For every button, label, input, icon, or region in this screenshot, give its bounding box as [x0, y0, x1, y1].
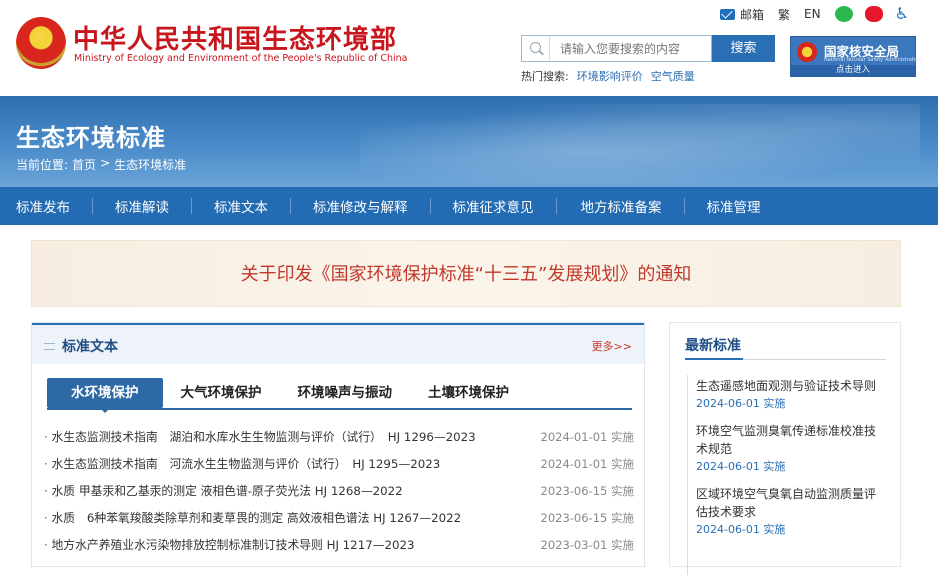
site-header: ★ 中华人民共和国生态环境部 Ministry of Ecology and E… — [0, 0, 938, 96]
list-item-date: 2023-06-15 实施 — [540, 510, 635, 525]
nav-divider — [92, 198, 93, 214]
list-item-title[interactable]: 水质 6种苯氧羧酸类除草剂和麦草畏的测定 高效液相色谱法 HJ 1267—202… — [44, 509, 462, 526]
breadcrumb: 当前位置: 首页 > 生态环境标准 — [16, 156, 190, 173]
notice-link[interactable]: 关于印发《国家环境保护标准“十三五”发展规划》的通知 — [32, 241, 900, 306]
panel-header: 标准文本 更多>> — [32, 323, 644, 364]
search-box — [521, 35, 712, 62]
notice-banner: 关于印发《国家环境保护标准“十三五”发展规划》的通知 — [31, 240, 901, 307]
main-nav: 标准发布 标准解读 标准文本 标准修改与解释 标准征求意见 地方标准备案 标准管… — [0, 187, 938, 225]
utility-bar: 邮箱 繁 EN ♿ — [720, 5, 909, 23]
list-item-title[interactable]: 水生态监测技术指南 河流水生生物监测与评价（试行） HJ 1295—2023 — [44, 455, 441, 472]
accessibility-icon[interactable]: ♿ — [895, 6, 909, 22]
breadcrumb-current[interactable]: 生态环境标准 — [114, 156, 186, 173]
latest-standards-list: 生态遥感地面观测与验证技术导则 2024-06-01 实施 环境空气监测臭氧传递… — [696, 377, 886, 548]
nav-divider — [290, 198, 291, 214]
nav-divider — [429, 198, 431, 214]
latest-standard-date: 2024-06-01 实施 — [696, 523, 786, 536]
panel-title: 标准文本 — [62, 339, 118, 355]
nav-divider — [555, 198, 557, 214]
latest-standards-panel: 最新标准 生态遥感地面观测与验证技术导则 2024-06-01 实施 环境空气监… — [669, 322, 901, 575]
list-item[interactable]: 生态遥感地面观测与验证技术导则 2024-06-01 实施 — [696, 377, 886, 412]
sidebar-divider-accent — [685, 358, 743, 360]
list-item-date: 2024-01-01 实施 — [540, 429, 635, 444]
english-link[interactable]: EN — [804, 7, 821, 21]
tab-soil-protection[interactable]: 土壤环境保护 — [410, 378, 527, 408]
tab-water-protection[interactable]: 水环境保护 — [47, 378, 163, 413]
latest-standard-title[interactable]: 环境空气监测臭氧传递标准校准技术规范 — [696, 422, 886, 458]
breadcrumb-prefix: 当前位置: — [16, 158, 69, 172]
timeline-line — [687, 375, 688, 575]
breadcrumb-separator: > — [100, 156, 111, 170]
wechat-icon[interactable] — [834, 6, 853, 22]
search-button[interactable]: 搜索 — [712, 35, 775, 62]
nav-item-standard-revision[interactable]: 标准修改与解释 — [313, 196, 408, 216]
hot-search-link[interactable]: 空气质量 — [651, 68, 695, 84]
latest-standard-title[interactable]: 生态遥感地面观测与验证技术导则 — [696, 377, 886, 395]
nuclear-safety-badge[interactable]: 国家核安全局 National Nuclear Safety Administr… — [790, 36, 921, 77]
list-item-date: 2024-01-01 实施 — [540, 456, 635, 471]
list-item-title[interactable]: 水生态监测技术指南 湖泊和水库水生生物监测与评价（试行） HJ 1296—202… — [44, 428, 476, 445]
nav-divider — [191, 198, 192, 214]
site-title[interactable]: 中华人民共和国生态环境部 — [73, 19, 397, 56]
tab-underline — [47, 408, 632, 410]
mail-icon — [720, 8, 735, 20]
national-emblem-icon[interactable]: ★ — [16, 17, 66, 69]
list-item[interactable]: 水质 甲基汞和乙基汞的测定 液相色谱-原子荧光法 HJ 1268—2022 20… — [44, 477, 635, 504]
nav-item-standard-interpretation[interactable]: 标准解读 — [115, 196, 169, 216]
site-subtitle: Ministry of Ecology and Environment of t… — [74, 53, 408, 64]
list-item-title[interactable]: 水质 甲基汞和乙基汞的测定 液相色谱-原子荧光法 HJ 1268—2022 — [44, 482, 403, 499]
nuclear-emblem-icon — [797, 42, 817, 62]
standard-text-panel: 标准文本 更多>> 水环境保护 大气环境保护 环境噪声与振动 土壤环境保护 水生… — [31, 322, 645, 567]
search-icon — [522, 36, 550, 61]
traditional-chinese-link[interactable]: 繁 — [778, 6, 790, 23]
latest-standard-title[interactable]: 区域环境空气臭氧自动监测质量评估技术要求 — [696, 485, 886, 521]
latest-standard-date: 2024-06-01 实施 — [696, 397, 786, 410]
list-item[interactable]: 区域环境空气臭氧自动监测质量评估技术要求 2024-06-01 实施 — [696, 485, 886, 538]
list-item[interactable]: 水生态监测技术指南 湖泊和水库水生生物监测与评价（试行） HJ 1296—202… — [44, 423, 635, 450]
nav-item-standard-management[interactable]: 标准管理 — [707, 196, 761, 216]
tab-noise-vibration[interactable]: 环境噪声与振动 — [280, 378, 411, 408]
hot-search-label: 热门搜索: — [521, 70, 569, 83]
list-item-title[interactable]: 地方水产养殖业水污染物排放控制标准制订技术导则 HJ 1217—2023 — [44, 536, 415, 553]
menu-bars-icon — [44, 343, 55, 350]
more-link[interactable]: 更多>> — [592, 338, 632, 354]
latest-standard-date: 2024-06-01 实施 — [696, 460, 786, 473]
nav-item-standard-release[interactable]: 标准发布 — [16, 196, 70, 216]
nuclear-badge-enter[interactable]: 点击进入 — [791, 65, 915, 76]
mail-link[interactable]: 邮箱 — [720, 6, 764, 23]
standard-list: 水生态监测技术指南 湖泊和水库水生生物监测与评价（试行） HJ 1296—202… — [44, 423, 635, 558]
mail-label: 邮箱 — [740, 7, 765, 22]
nav-divider — [683, 198, 685, 214]
hot-search-link[interactable]: 环境影响评价 — [577, 68, 643, 84]
list-item[interactable]: 地方水产养殖业水污染物排放控制标准制订技术导则 HJ 1217—2023 202… — [44, 531, 635, 558]
nav-item-standard-consultation[interactable]: 标准征求意见 — [453, 196, 534, 216]
hot-searches: 热门搜索: 环境影响评价 空气质量 — [521, 68, 703, 84]
list-item-date: 2023-06-15 实施 — [540, 483, 635, 498]
page-title: 生态环境标准 — [16, 124, 166, 152]
list-item-date: 2023-03-01 实施 — [540, 537, 635, 552]
search-input[interactable] — [550, 36, 705, 61]
nav-item-local-standard-filing[interactable]: 地方标准备案 — [581, 196, 662, 216]
list-item[interactable]: 环境空气监测臭氧传递标准校准技术规范 2024-06-01 实施 — [696, 422, 886, 475]
page-banner: 生态环境标准 当前位置: 首页 > 生态环境标准 — [0, 96, 938, 187]
list-item[interactable]: 水生态监测技术指南 河流水生生物监测与评价（试行） HJ 1295—2023 2… — [44, 450, 635, 477]
breadcrumb-home[interactable]: 首页 — [72, 156, 96, 173]
nav-item-standard-text[interactable]: 标准文本 — [214, 196, 268, 216]
sidebar-title: 最新标准 — [685, 338, 741, 354]
nuclear-badge-subtitle: National Nuclear Safety Administration — [824, 57, 922, 63]
category-tabs: 水环境保护 大气环境保护 环境噪声与振动 土壤环境保护 — [47, 378, 527, 413]
weibo-icon[interactable] — [864, 6, 883, 22]
list-item[interactable]: 水质 6种苯氧羧酸类除草剂和麦草畏的测定 高效液相色谱法 HJ 1267—202… — [44, 504, 635, 531]
tab-air-protection[interactable]: 大气环境保护 — [163, 378, 280, 408]
